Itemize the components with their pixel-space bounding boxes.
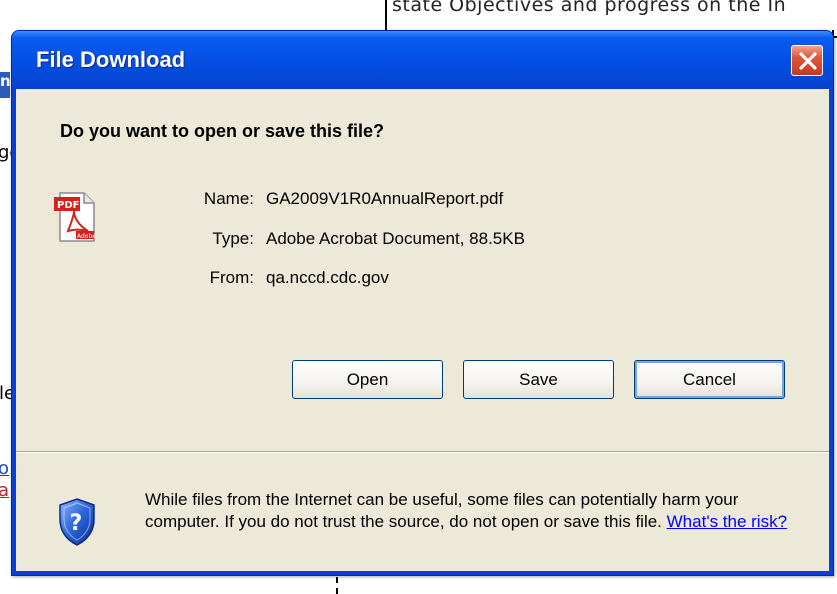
svg-text:Adobe: Adobe: [77, 233, 96, 240]
page-divider-line: [385, 0, 387, 30]
dialog-body: Do you want to open or save this file? P…: [16, 89, 829, 571]
save-button[interactable]: Save: [463, 360, 614, 399]
file-name-label: Name:: [203, 189, 254, 208]
file-type-label: Type:: [212, 229, 254, 248]
background-link-fragment[interactable]: a: [0, 480, 9, 501]
dialog-title: File Download: [36, 47, 186, 72]
security-shield-icon: ?: [57, 497, 97, 551]
file-source-label: From:: [209, 268, 254, 287]
security-warning: While files from the Internet can be use…: [145, 489, 805, 533]
whats-the-risk-link[interactable]: What's the risk?: [667, 512, 787, 531]
svg-text:PDF: PDF: [57, 200, 79, 211]
security-warning-text: While files from the Internet can be use…: [145, 490, 739, 531]
close-icon: [799, 52, 817, 70]
file-source-value: qa.nccd.cdc.gov: [266, 268, 389, 287]
dialog-question: Do you want to open or save this file?: [60, 121, 385, 141]
file-download-dialog: File Download Do you want to open or sav…: [11, 30, 834, 576]
close-button[interactable]: [791, 45, 823, 76]
svg-text:?: ?: [70, 511, 83, 536]
open-button[interactable]: Open: [292, 360, 443, 399]
pdf-file-icon: PDF Adobe: [54, 191, 98, 247]
cancel-button[interactable]: Cancel: [634, 360, 785, 399]
dialog-titlebar[interactable]: File Download: [12, 31, 833, 89]
file-type-value: Adobe Acrobat Document, 88.5KB: [266, 229, 525, 248]
background-link-fragment[interactable]: o: [0, 458, 9, 479]
dialog-separator: [16, 451, 829, 453]
file-name-value: GA2009V1R0AnnualReport.pdf: [266, 189, 504, 208]
background-heading-text: state Objectives and progress on the In: [392, 0, 787, 16]
